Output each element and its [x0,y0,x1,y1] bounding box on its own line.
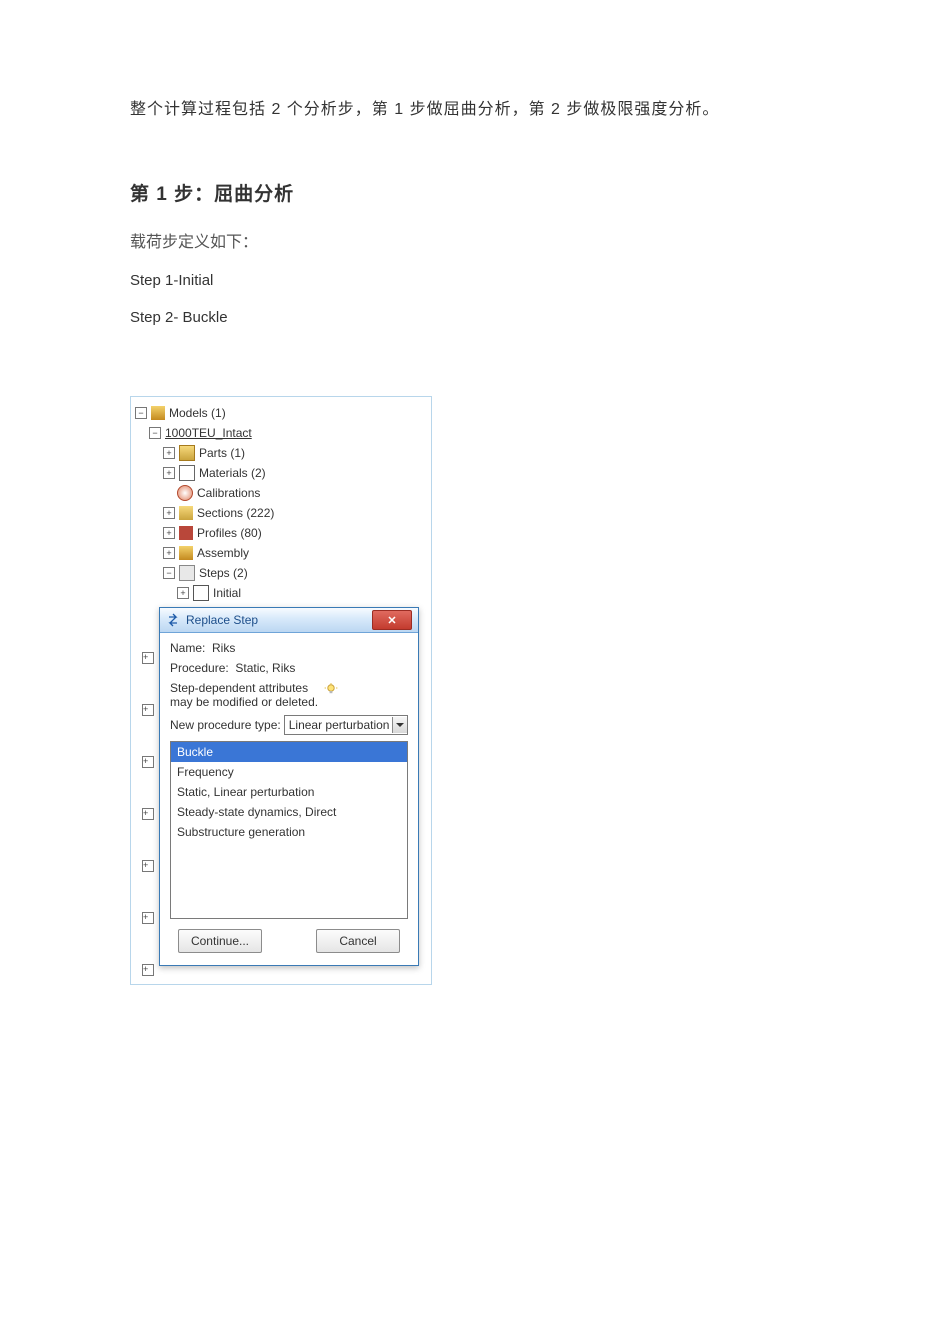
tree-label: 1000TEU_Intact [165,426,252,440]
expand-icon[interactable] [163,447,175,459]
expand-icon[interactable] [142,652,154,664]
close-button[interactable]: ✕ [372,610,412,630]
embedded-screenshot: Models (1) 1000TEU_Intact Parts (1) Mate… [130,396,432,985]
expand-icon[interactable] [142,964,154,976]
assembly-icon [179,546,193,560]
tree-row-models[interactable]: Models (1) [135,403,427,423]
tree-row-model[interactable]: 1000TEU_Intact [135,423,427,443]
tree-row-parts[interactable]: Parts (1) [135,443,427,463]
calibrations-icon [177,485,193,501]
step1-heading: 第 1 步：屈曲分析 [130,179,825,206]
procedure-row: Procedure: Static, Riks [170,661,408,675]
tree-label: Parts (1) [199,446,245,460]
list-item[interactable]: Steady-state dynamics, Direct [171,802,407,822]
profiles-icon [179,526,193,540]
list-item[interactable]: Buckle [171,742,407,762]
models-icon [151,406,165,420]
attributes-note-line2: may be modified or deleted. [170,695,318,709]
steps-icon [179,565,195,581]
list-item[interactable]: Static, Linear perturbation [171,782,407,802]
name-value: Riks [212,641,235,655]
list-item[interactable]: Substructure generation [171,822,407,842]
tree-label: Assembly [197,546,249,560]
tree-label: Profiles (80) [197,526,262,540]
tree-row-initial[interactable]: Initial [135,583,427,603]
expand-icon[interactable] [142,912,154,924]
expand-icon[interactable] [163,527,175,539]
tree-label: Sections (222) [197,506,274,520]
attributes-note: Step-dependent attributes may be modifie… [170,681,408,709]
dialog-titlebar[interactable]: Replace Step ✕ [160,608,418,633]
tree-row-calibrations[interactable]: Calibrations [135,483,427,503]
lightbulb-icon [324,683,338,697]
tree-row-profiles[interactable]: Profiles (80) [135,523,427,543]
new-procedure-select[interactable]: Linear perturbation [284,715,408,735]
expand-icon[interactable] [163,507,175,519]
expand-icon[interactable] [163,547,175,559]
name-row: Name: Riks [170,641,408,655]
tree-label: Steps (2) [199,566,248,580]
tree-continuation-toggles [142,652,158,1016]
attributes-note-line1: Step-dependent attributes [170,681,318,695]
model-tree[interactable]: Models (1) 1000TEU_Intact Parts (1) Mate… [131,397,431,984]
replace-step-dialog: Replace Step ✕ Name: Riks Procedure: Sta… [159,607,419,966]
materials-icon [179,465,195,481]
collapse-icon[interactable] [135,407,147,419]
new-procedure-label: New procedure type: [170,718,281,732]
tree-row-sections[interactable]: Sections (222) [135,503,427,523]
procedure-value: Static, Riks [235,661,295,675]
select-value: Linear perturbation [289,718,392,732]
cancel-button[interactable]: Cancel [316,929,400,953]
tree-row-materials[interactable]: Materials (2) [135,463,427,483]
expand-icon[interactable] [142,808,154,820]
step-line-1: Step 1-Initial [130,272,825,289]
subheading: 载荷步定义如下： [130,228,825,252]
continue-button[interactable]: Continue... [178,929,262,953]
expand-icon[interactable] [177,587,189,599]
name-label: Name: [170,641,205,655]
tree-row-assembly[interactable]: Assembly [135,543,427,563]
step-line-2: Step 2- Buckle [130,309,825,326]
expand-icon[interactable] [142,756,154,768]
dialog-body: Name: Riks Procedure: Static, Riks Step-… [160,633,418,735]
procedure-label: Procedure: [170,661,229,675]
sections-icon [179,506,193,520]
intro-paragraph: 整个计算过程包括 2 个分析步，第 1 步做屈曲分析，第 2 步做极限强度分析。 [130,95,825,119]
tree-label: Models (1) [169,406,226,420]
parts-icon [179,445,195,461]
expand-icon[interactable] [142,860,154,872]
procedure-listbox[interactable]: Buckle Frequency Static, Linear perturba… [170,741,408,919]
collapse-icon[interactable] [163,567,175,579]
dialog-button-row: Continue... Cancel [160,919,418,965]
tree-row-steps[interactable]: Steps (2) [135,563,427,583]
chevron-down-icon[interactable] [392,717,407,733]
close-icon: ✕ [387,614,396,627]
tree-label: Materials (2) [199,466,266,480]
step-icon [193,585,209,601]
expand-icon[interactable] [163,467,175,479]
expand-icon[interactable] [142,704,154,716]
tree-label: Initial [213,586,241,600]
list-item[interactable]: Frequency [171,762,407,782]
dialog-title: Replace Step [186,613,372,627]
tree-label: Calibrations [197,486,260,500]
collapse-icon[interactable] [149,427,161,439]
document-page: 整个计算过程包括 2 个分析步，第 1 步做屈曲分析，第 2 步做极限强度分析。… [0,0,945,1337]
replace-step-icon [166,613,180,627]
new-procedure-row: New procedure type: Linear perturbation [170,715,408,735]
